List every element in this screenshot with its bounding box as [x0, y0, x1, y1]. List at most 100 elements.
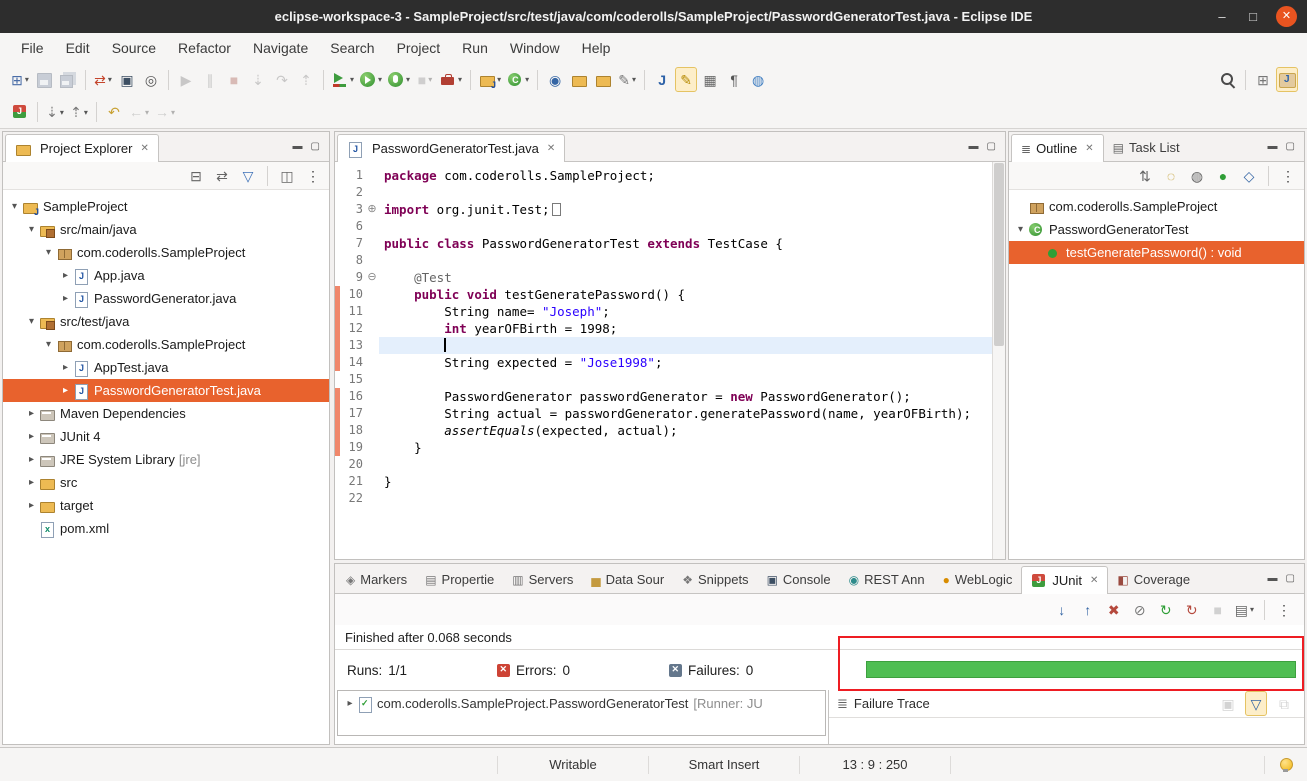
- sort-button[interactable]: ⇅: [1134, 163, 1156, 188]
- junit-test-item[interactable]: ▸ com.coderolls.SampleProject.PasswordGe…: [338, 691, 825, 716]
- project-explorer-item[interactable]: ▸App.java: [3, 264, 329, 287]
- maximize-view-icon[interactable]: ▢: [1286, 141, 1295, 152]
- tab-outline[interactable]: ≣ Outline ✕: [1011, 134, 1104, 162]
- view-menu-button[interactable]: ⋮: [302, 163, 324, 188]
- tab-project-explorer[interactable]: Project Explorer ✕: [5, 134, 159, 162]
- line-number[interactable]: 15: [340, 371, 365, 388]
- show-whitespace-button[interactable]: ¶: [723, 67, 745, 92]
- filter-stack-trace-button[interactable]: ▽: [1245, 691, 1267, 716]
- java-perspective-button[interactable]: [1276, 67, 1298, 92]
- line-number[interactable]: 8: [340, 252, 365, 269]
- close-tab-icon[interactable]: ✕: [547, 143, 555, 154]
- tab-console[interactable]: ▣Console: [758, 566, 840, 593]
- view-menu-button[interactable]: ⋮: [1273, 597, 1295, 622]
- suspend-button[interactable]: ∥: [199, 67, 221, 92]
- project-explorer-item[interactable]: ▸target: [3, 494, 329, 517]
- outline-item[interactable]: com.coderolls.SampleProject: [1009, 195, 1304, 218]
- line-number[interactable]: 21: [340, 473, 365, 490]
- notification-area[interactable]: [1265, 757, 1307, 773]
- tab-junit[interactable]: JUnit✕: [1021, 566, 1108, 594]
- minimize-window-icon[interactable]: –: [1214, 9, 1230, 24]
- tab-markers[interactable]: ◈Markers: [337, 566, 416, 593]
- line-number[interactable]: 18: [340, 422, 365, 439]
- open-package-button[interactable]: [592, 67, 614, 92]
- tab-snippets[interactable]: ❖Snippets: [673, 566, 757, 593]
- code-line[interactable]: 20: [335, 456, 992, 473]
- minimize-view-icon[interactable]: ▬: [1268, 573, 1278, 584]
- block-selection-button[interactable]: ▦: [699, 67, 721, 92]
- maximize-view-icon[interactable]: ▢: [311, 141, 320, 152]
- code-line[interactable]: 9⊖ @Test: [335, 269, 992, 286]
- project-explorer-item[interactable]: ▾SampleProject: [3, 195, 329, 218]
- minimize-view-icon[interactable]: ▬: [969, 141, 979, 152]
- save-all-button[interactable]: [57, 67, 79, 92]
- tab-task-list[interactable]: ▤ Task List: [1104, 134, 1189, 161]
- line-number[interactable]: 14: [340, 354, 365, 371]
- code-line[interactable]: 11 String name= "Joseph";: [335, 303, 992, 320]
- close-view-icon[interactable]: ✕: [140, 143, 148, 154]
- maximize-view-icon[interactable]: ▢: [987, 141, 996, 152]
- open-perspective-button[interactable]: ⊞: [1252, 67, 1274, 92]
- stop-button[interactable]: ■▾: [414, 67, 436, 92]
- expand-arrow-icon[interactable]: ▸: [343, 698, 357, 709]
- cursor-position-status[interactable]: 13 : 9 : 250: [800, 757, 950, 772]
- line-number[interactable]: 1: [340, 167, 365, 184]
- code-line[interactable]: 7public class PasswordGeneratorTest exte…: [335, 235, 992, 252]
- line-number[interactable]: 12: [340, 320, 365, 337]
- filters-button[interactable]: ▽: [237, 163, 259, 188]
- test-run-history-button[interactable]: ▤▾: [1233, 597, 1256, 622]
- annotate-button[interactable]: ✎▾: [616, 67, 638, 92]
- expand-arrow-icon[interactable]: ▸: [58, 385, 73, 396]
- code-line[interactable]: 19 }: [335, 439, 992, 456]
- last-edit-location-button[interactable]: ↶: [103, 100, 125, 125]
- new-wizard-button[interactable]: ⊞▾: [9, 67, 31, 92]
- java-browsing-button[interactable]: J: [651, 67, 673, 92]
- project-explorer-item[interactable]: ▸JUnit 4: [3, 425, 329, 448]
- compare-results-button[interactable]: ⧉: [1273, 691, 1295, 716]
- expand-arrow-icon[interactable]: ▸: [24, 431, 39, 442]
- tab-rest-ann[interactable]: ◉REST Ann: [840, 566, 934, 593]
- menu-run[interactable]: Run: [451, 33, 499, 63]
- close-view-icon[interactable]: ✕: [1085, 143, 1093, 154]
- tab-coverage[interactable]: ◧Coverage: [1108, 566, 1199, 593]
- quick-search-button[interactable]: [1217, 67, 1239, 92]
- expand-arrow-icon[interactable]: ▸: [58, 362, 73, 373]
- expand-arrow-icon[interactable]: ▸: [24, 454, 39, 465]
- code-line[interactable]: 21}: [335, 473, 992, 490]
- minimize-view-icon[interactable]: ▬: [293, 141, 303, 152]
- close-window-icon[interactable]: ✕: [1276, 6, 1297, 27]
- project-explorer-item[interactable]: ▸Maven Dependencies: [3, 402, 329, 425]
- collapse-all-button[interactable]: ⊟: [185, 163, 207, 188]
- code-line[interactable]: 17 String actual = passwordGenerator.gen…: [335, 405, 992, 422]
- menu-source[interactable]: Source: [101, 33, 167, 63]
- resume-button[interactable]: ▶: [175, 67, 197, 92]
- rerun-test-button[interactable]: ↻: [1155, 597, 1177, 622]
- code-line[interactable]: 8: [335, 252, 992, 269]
- line-number[interactable]: 3: [340, 201, 365, 218]
- menu-refactor[interactable]: Refactor: [167, 33, 242, 63]
- show-failures-only-button[interactable]: ✖: [1103, 597, 1125, 622]
- expand-arrow-icon[interactable]: ▸: [24, 500, 39, 511]
- coverage-button[interactable]: ▾: [330, 67, 356, 92]
- run-button[interactable]: ▾: [358, 67, 384, 92]
- project-explorer-item[interactable]: ▸PasswordGeneratorTest.java: [3, 379, 329, 402]
- open-console-button[interactable]: ▣: [116, 67, 138, 92]
- minimize-view-icon[interactable]: ▬: [1268, 141, 1278, 152]
- project-explorer-item[interactable]: ▾com.coderolls.SampleProject: [3, 333, 329, 356]
- collapse-arrow-icon[interactable]: ▾: [41, 339, 56, 350]
- menu-search[interactable]: Search: [319, 33, 385, 63]
- back-button[interactable]: ←▾: [127, 100, 151, 125]
- link-with-editor-button[interactable]: ⇄: [211, 163, 233, 188]
- line-number[interactable]: 10: [340, 286, 365, 303]
- menu-project[interactable]: Project: [386, 33, 452, 63]
- tab-servers[interactable]: ▥Servers: [503, 566, 582, 593]
- tab-propertie[interactable]: ▤Propertie: [416, 566, 503, 593]
- collapse-arrow-icon[interactable]: ▾: [7, 201, 22, 212]
- open-type-button[interactable]: ◉: [544, 67, 566, 92]
- code-line[interactable]: 2: [335, 184, 992, 201]
- project-explorer-item[interactable]: ▾com.coderolls.SampleProject: [3, 241, 329, 264]
- maximize-window-icon[interactable]: □: [1245, 9, 1261, 24]
- code-line[interactable]: 22: [335, 490, 992, 507]
- stop-junit-button[interactable]: ■: [1207, 597, 1229, 622]
- line-number[interactable]: 2: [340, 184, 365, 201]
